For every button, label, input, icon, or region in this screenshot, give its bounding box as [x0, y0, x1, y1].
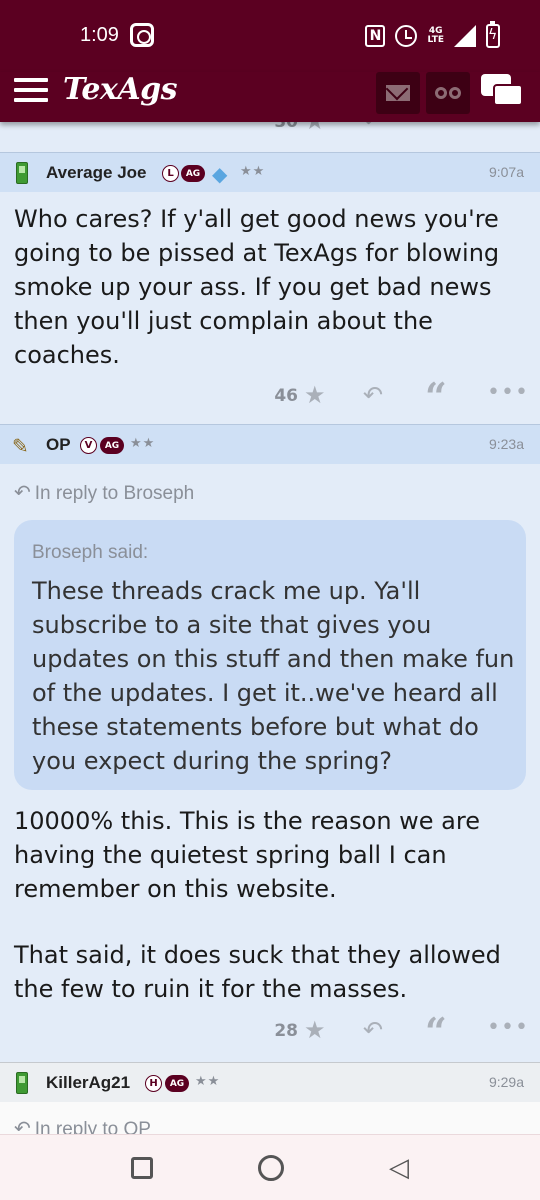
ag-badge: AG [181, 165, 205, 182]
screen-record-icon [130, 23, 154, 47]
app-bar: TexAgs [0, 72, 540, 122]
post-header: KillerAg21 H AG ★★ 9:29a [0, 1062, 540, 1102]
diamond-icon: ◆ [212, 162, 228, 186]
thread-content: 30 ★ ↶ “ ••• Average Joe L AG ◆ ★★ 9:07a… [0, 122, 540, 1134]
badge-letter: H [145, 1075, 162, 1092]
badge-letter: L [162, 165, 179, 182]
binoculars-icon[interactable] [426, 72, 470, 114]
reply-icon[interactable]: ↶ [363, 122, 383, 135]
recents-icon[interactable] [131, 1157, 153, 1179]
nfc-icon: N [365, 25, 386, 47]
post-body: Who cares? If y'all get good news you're… [14, 205, 500, 369]
user-stars: ★★ [130, 436, 156, 451]
alarm-icon [395, 25, 418, 47]
home-icon[interactable] [258, 1155, 284, 1181]
post-time: 9:23a [488, 436, 524, 452]
post-actions: 28 ★ ↶ “ ••• [0, 1012, 540, 1052]
like-count: 46 [274, 386, 298, 406]
gun-icon: ✎ [12, 434, 29, 458]
badge-letter: V [80, 437, 97, 454]
star-icon[interactable]: ★ [304, 381, 326, 409]
reply-arrow-icon: ↶ [14, 482, 31, 504]
quote-icon[interactable]: “ [425, 378, 447, 416]
screen: 1:09 N 4GLTE TexAgs 30 ★ ↶ “ ••• Avera [0, 0, 540, 1200]
username[interactable]: KillerAg21 [46, 1073, 130, 1093]
user-stars: ★★ [240, 164, 266, 179]
like-count: 30 [274, 122, 298, 132]
network-type: 4G LTE [427, 26, 444, 45]
user-stars: ★★ [195, 1074, 221, 1089]
username[interactable]: Average Joe [46, 163, 146, 183]
prev-post-actions: 30 ★ ↶ “ ••• [0, 122, 540, 142]
status-time: 1:09 [80, 24, 119, 46]
post-actions: 46 ★ ↶ “ ••• [0, 377, 540, 417]
star-icon[interactable]: ★ [304, 122, 326, 135]
quote-text: These threads crack me up. Ya'll subscri… [32, 577, 515, 775]
mobile-device-icon [16, 1072, 28, 1094]
reply-arrow-icon: ↶ [14, 1118, 31, 1134]
signal-icon [454, 25, 476, 47]
menu-icon[interactable] [14, 78, 48, 104]
more-icon[interactable]: ••• [487, 1015, 529, 1040]
battery-icon [486, 21, 500, 48]
reply-to-text: In reply to Broseph [34, 483, 195, 504]
reply-icon[interactable]: ↶ [363, 381, 383, 409]
mobile-device-icon [16, 162, 28, 184]
like-count: 28 [274, 1021, 298, 1041]
post-body: 10000% this. This is the reason we are h… [14, 807, 480, 903]
post-body-area: ↶ In reply to OP [0, 1102, 540, 1134]
reply-to-text: In reply to OP [34, 1119, 151, 1134]
more-icon[interactable]: ••• [487, 122, 529, 131]
status-icons: N 4G LTE [365, 21, 500, 50]
post-time: 9:07a [488, 164, 524, 180]
ag-badge: AG [165, 1075, 189, 1092]
system-nav-bar: ◁ [0, 1134, 540, 1200]
quote-author: Broseph said: [32, 542, 149, 563]
post-header: Average Joe L AG ◆ ★★ 9:07a [0, 152, 540, 192]
post-header: ✎ OP V AG ★★ 9:23a [0, 424, 540, 464]
reply-to-link[interactable]: ↶ In reply to OP [14, 1116, 151, 1134]
ag-badge: AG [100, 437, 124, 454]
post-time: 9:29a [488, 1074, 524, 1090]
reply-icon[interactable]: ↶ [363, 1016, 383, 1044]
status-bar: 1:09 N 4G LTE [0, 0, 540, 72]
chat-icon[interactable] [481, 74, 525, 110]
quote-icon[interactable]: “ [425, 1013, 447, 1051]
texags-logo[interactable]: TexAgs [63, 72, 178, 107]
back-icon[interactable]: ◁ [389, 1153, 409, 1183]
username[interactable]: OP [46, 435, 71, 455]
post-body-paragraph: That said, it does suck that they allowe… [14, 941, 501, 1003]
quote-block: Broseph said: These threads crack me up.… [14, 520, 526, 790]
more-icon[interactable]: ••• [487, 380, 529, 405]
mail-icon[interactable] [376, 72, 420, 114]
reply-to-link[interactable]: ↶ In reply to Broseph [14, 480, 194, 505]
star-icon[interactable]: ★ [304, 1016, 326, 1044]
quote-icon[interactable]: “ [425, 122, 447, 142]
